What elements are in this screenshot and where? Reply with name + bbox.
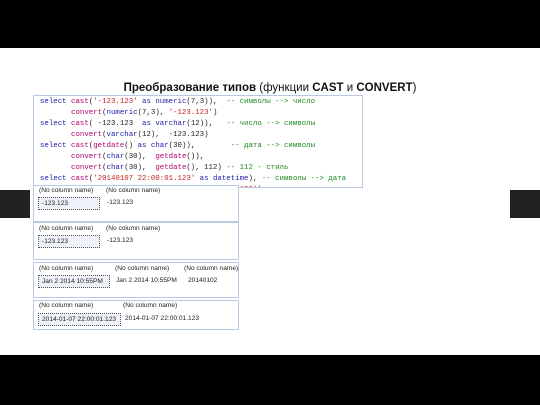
code-token: as — [142, 120, 156, 128]
code-token: ) — [212, 109, 218, 117]
code-token: char — [106, 153, 125, 161]
code-token: numeric — [155, 98, 187, 106]
code-token: varchar — [106, 131, 138, 139]
code-token: select — [40, 142, 72, 150]
code-token: () — [124, 142, 138, 150]
code-token: getdate — [155, 164, 187, 172]
column-header[interactable]: (No column name) — [39, 187, 93, 194]
code-line[interactable]: select cast('20140107 22:00:01.123' as d… — [40, 174, 362, 185]
code-token: (12)), — [186, 120, 227, 128]
code-token: datetime — [213, 175, 249, 183]
code-line[interactable]: convert(varchar(12), -123.123) — [40, 130, 362, 141]
code-token: numeric — [106, 109, 138, 117]
result-cell[interactable]: 2014-01-07 22:00:01.123 — [122, 313, 202, 324]
code-line[interactable]: select cast(getdate() as char(30)), -- д… — [40, 141, 362, 152]
title-part: (функции — [256, 82, 313, 94]
code-line[interactable]: convert(char(30), getdate(), 112) -- 112… — [40, 163, 362, 174]
code-token: '20140107 22:00:01.123' — [93, 175, 196, 183]
left-edge-block — [0, 190, 30, 218]
code-token: cast — [71, 120, 89, 128]
code-token: (30), — [124, 164, 156, 172]
code-token: convert — [71, 131, 103, 139]
result-cell[interactable]: -123.123 — [104, 197, 136, 208]
result-cell[interactable]: -123.123 — [38, 197, 100, 210]
column-header[interactable]: (No column name) — [106, 225, 160, 232]
code-token: convert — [71, 109, 103, 117]
code-token: ( -123.123 — [88, 120, 143, 128]
title-part: CONVERT — [356, 82, 413, 94]
code-token: as — [137, 98, 156, 106]
code-line[interactable]: convert(char(30), getdate()), — [40, 152, 362, 163]
result-cell[interactable]: -123.123 — [104, 235, 136, 246]
right-edge-block — [510, 190, 540, 218]
code-token: (30)), — [168, 142, 231, 150]
code-token: -- 112 - стиль — [226, 164, 289, 172]
column-header[interactable]: (No column name) — [106, 187, 160, 194]
sql-code-editor[interactable]: select cast('-123.123' as numeric(7,3)),… — [33, 95, 363, 188]
code-token: char — [106, 164, 125, 172]
code-token: ()), — [186, 153, 205, 161]
code-token: as — [137, 142, 151, 150]
code-token: select — [40, 98, 72, 106]
result-cell[interactable]: -123.123 — [38, 235, 100, 248]
code-token: (12), -123.123) — [137, 131, 209, 139]
code-token: varchar — [155, 120, 187, 128]
code-token: -- символы --> число — [226, 98, 316, 106]
result-grid-2: (No column name) (No column name) -123.1… — [33, 222, 239, 260]
result-grid-3: (No column name) (No column name) (No co… — [33, 262, 239, 298]
title-part: CAST — [312, 82, 344, 94]
title-part: Преобразование типов — [123, 82, 257, 94]
column-header[interactable]: (No column name) — [115, 265, 169, 272]
column-header[interactable]: (No column name) — [39, 302, 93, 309]
code-token: (), 112) — [186, 164, 227, 172]
result-cell[interactable]: 2014-01-07 22:00:01.123 — [38, 313, 121, 326]
code-token: -- число --> символы — [226, 120, 316, 128]
code-token: getdate — [93, 142, 125, 150]
code-token: char — [150, 142, 169, 150]
code-token: (7,3), — [137, 109, 169, 117]
code-token: -- символы --> дата — [261, 175, 347, 183]
code-token: getdate — [155, 153, 187, 161]
result-grid-4: (No column name) (No column name) 2014-0… — [33, 300, 239, 330]
code-token: convert — [71, 153, 103, 161]
column-header[interactable]: (No column name) — [39, 225, 93, 232]
code-token: cast — [71, 142, 89, 150]
column-header[interactable]: (No column name) — [184, 265, 238, 272]
code-token: select — [40, 175, 72, 183]
code-token: cast — [71, 175, 89, 183]
code-line[interactable]: convert(numeric(7,3), '-123.123') — [40, 108, 362, 119]
code-token: (30), — [124, 153, 156, 161]
result-cell[interactable]: 20140102 — [185, 275, 220, 286]
code-token: ), — [248, 175, 262, 183]
column-header[interactable]: (No column name) — [123, 302, 177, 309]
title-part: ) — [412, 82, 417, 94]
code-token: -- дата --> символы — [230, 142, 316, 150]
code-token: cast — [71, 98, 89, 106]
code-line[interactable]: select cast( -123.123 as varchar(12)), -… — [40, 119, 362, 130]
column-header[interactable]: (No column name) — [39, 265, 93, 272]
result-grid-1: (No column name) (No column name) -123.1… — [33, 185, 239, 222]
result-cell[interactable]: Jan 2 2014 10:55PM — [113, 275, 180, 286]
result-cell[interactable]: Jan 2 2014 10:55PM — [38, 275, 110, 288]
title-part: и — [343, 82, 357, 94]
code-token: '-123.123' — [168, 109, 213, 117]
code-token: convert — [71, 164, 103, 172]
code-token: as — [195, 175, 213, 183]
code-line[interactable]: select cast('-123.123' as numeric(7,3)),… — [40, 97, 362, 108]
code-token: select — [40, 120, 72, 128]
slide-title: Преобразование типов (функции CAST и CON… — [0, 82, 540, 94]
code-token: (7,3)), — [186, 98, 227, 106]
code-token: '-123.123' — [93, 98, 138, 106]
code-token: ) — [257, 186, 261, 187]
